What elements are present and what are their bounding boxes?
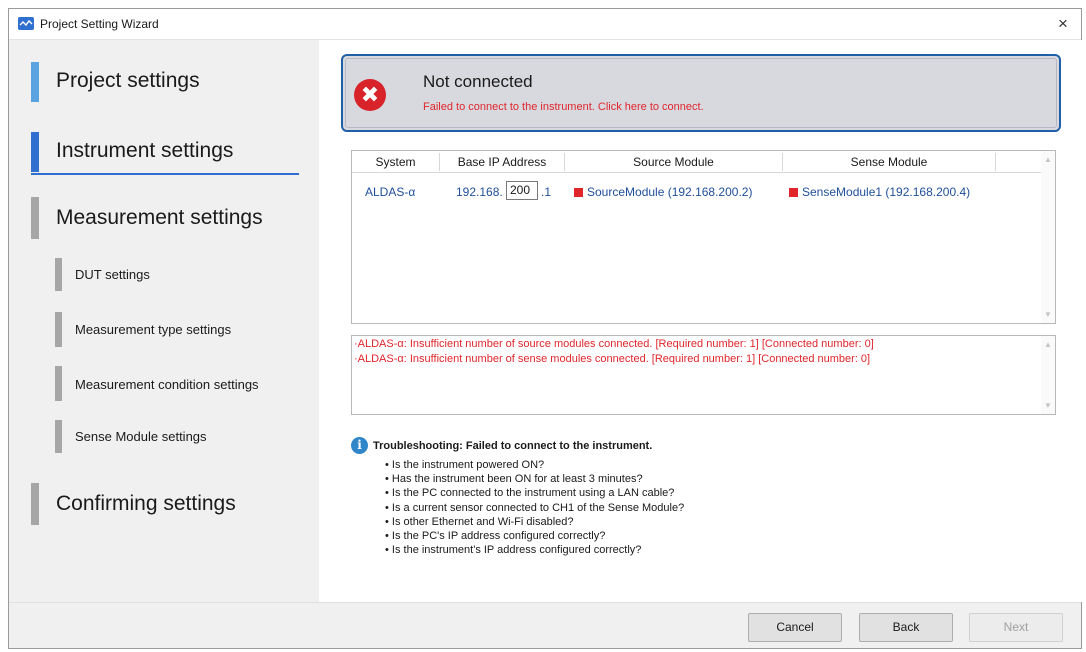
nav-step-indicator xyxy=(31,197,39,239)
connect-link[interactable]: Failed to connect to the instrument. Cli… xyxy=(423,101,704,113)
disconnected-status-icon xyxy=(789,188,798,197)
error-message: ·ALDAS-α: Insufficient number of sense m… xyxy=(354,353,871,365)
nav-step-indicator xyxy=(55,366,62,401)
nav-item-label: Instrument settings xyxy=(56,139,234,162)
column-header-base-ip[interactable]: Base IP Address xyxy=(440,155,564,169)
error-x-icon: ✖ xyxy=(354,79,386,111)
nav-item-label: DUT settings xyxy=(75,267,150,282)
connection-status-banner[interactable]: ✖ Not connected Failed to connect to the… xyxy=(341,54,1061,132)
nav-item-label: Project settings xyxy=(56,69,200,92)
error-message-list: ·ALDAS-α: Insufficient number of source … xyxy=(351,335,1056,415)
table-scrollbar[interactable]: ▲ ▼ xyxy=(1041,151,1055,323)
column-header-source-module[interactable]: Source Module xyxy=(565,155,782,169)
wizard-footer: Cancel Back Next xyxy=(9,602,1081,648)
cell-sense-module: SenseModule1 (192.168.200.4) xyxy=(789,185,970,199)
disconnected-status-icon xyxy=(574,188,583,197)
info-icon: i xyxy=(351,437,368,454)
wizard-steps-sidebar: Project settings Instrument settings Mea… xyxy=(9,40,319,602)
cell-ip-suffix: .1 xyxy=(541,185,552,199)
troubleshooting-panel: i Troubleshooting: Failed to connect to … xyxy=(351,437,1056,587)
cancel-button[interactable]: Cancel xyxy=(748,613,842,642)
list-item: • Is the instrument's IP address configu… xyxy=(385,544,642,557)
title-bar: Project Setting Wizard × xyxy=(9,9,1081,40)
sense-module-name: SenseModule1 (192.168.200.4) xyxy=(802,185,971,199)
scroll-down-icon[interactable]: ▼ xyxy=(1043,401,1053,410)
column-header-system[interactable]: System xyxy=(352,155,439,169)
cell-ip-prefix: 192.168. xyxy=(456,185,503,199)
nav-step-indicator xyxy=(31,483,39,525)
messages-scrollbar[interactable]: ▲ ▼ xyxy=(1041,336,1055,414)
instrument-table: System Base IP Address Source Module Sen… xyxy=(351,150,1056,324)
list-item: • Is the PC's IP address configured corr… xyxy=(385,530,606,543)
active-step-underline xyxy=(31,173,299,175)
wizard-window: Project Setting Wizard × Project setting… xyxy=(8,8,1082,649)
nav-step-indicator xyxy=(55,420,62,453)
source-module-name: SourceModule (192.168.200.2) xyxy=(587,185,753,199)
ip-octet-input[interactable]: 200 xyxy=(506,181,538,200)
scroll-down-icon[interactable]: ▼ xyxy=(1043,310,1053,319)
nav-item-label: Measurement settings xyxy=(56,206,263,229)
cell-system: ALDAS-α xyxy=(365,185,416,199)
list-item: • Has the instrument been ON for at leas… xyxy=(385,473,643,486)
back-button[interactable]: Back xyxy=(859,613,953,642)
scroll-up-icon[interactable]: ▲ xyxy=(1043,340,1053,349)
main-content: ✖ Not connected Failed to connect to the… xyxy=(319,40,1082,602)
troubleshooting-title: Troubleshooting: Failed to connect to th… xyxy=(373,440,653,452)
nav-step-indicator xyxy=(55,312,62,347)
nav-step-indicator xyxy=(55,258,62,291)
cell-source-module: SourceModule (192.168.200.2) xyxy=(574,185,752,199)
nav-item-label: Measurement type settings xyxy=(75,322,232,337)
next-button[interactable]: Next xyxy=(969,613,1063,642)
nav-item-label: Sense Module settings xyxy=(75,429,207,444)
list-item: • Is the instrument powered ON? xyxy=(385,459,545,471)
column-header-sense-module[interactable]: Sense Module xyxy=(783,155,995,169)
nav-item-label: Confirming settings xyxy=(56,492,236,515)
list-item: • Is the PC connected to the instrument … xyxy=(385,487,675,500)
nav-step-indicator xyxy=(31,62,39,102)
status-title: Not connected xyxy=(423,72,533,91)
column-divider xyxy=(995,153,996,171)
window-title: Project Setting Wizard xyxy=(40,17,159,31)
list-item: • Is other Ethernet and Wi-Fi disabled? xyxy=(385,515,574,528)
nav-item-label: Measurement condition settings xyxy=(75,377,259,392)
troubleshooting-list: • Is the instrument powered ON? • Has th… xyxy=(385,458,684,557)
list-item: • Is a current sensor connected to CH1 o… xyxy=(385,501,685,514)
nav-step-indicator xyxy=(31,132,39,172)
error-message: ·ALDAS-α: Insufficient number of source … xyxy=(354,338,874,350)
status-banner-inner: ✖ Not connected Failed to connect to the… xyxy=(345,58,1057,128)
table-header: System Base IP Address Source Module Sen… xyxy=(352,151,1042,173)
close-icon[interactable]: × xyxy=(1051,12,1075,36)
app-waveform-icon xyxy=(18,17,34,30)
scroll-up-icon[interactable]: ▲ xyxy=(1043,155,1053,164)
